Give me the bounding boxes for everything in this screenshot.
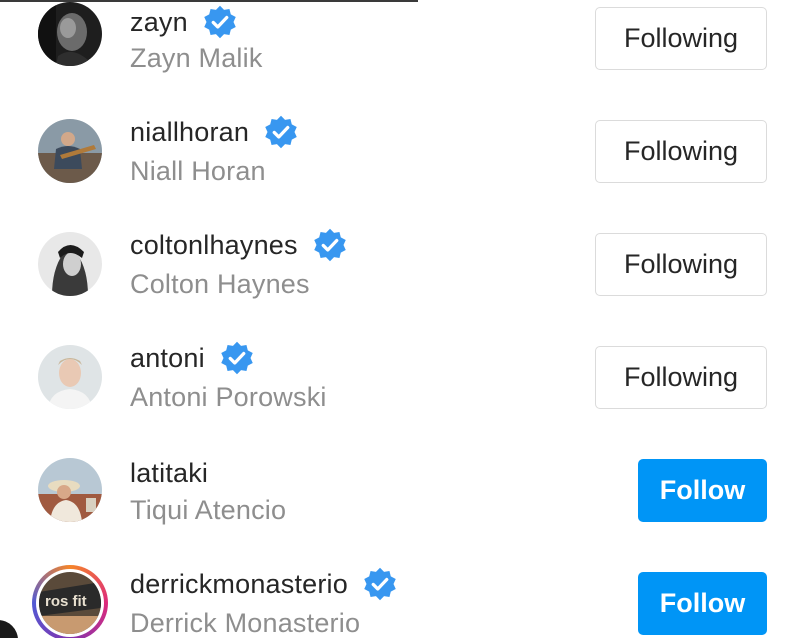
full-name: Tiqui Atencio	[130, 495, 287, 525]
full-name: Antoni Porowski	[130, 382, 327, 412]
avatar-story-ring[interactable]: ros fit	[32, 565, 108, 638]
full-name: Derrick Monasterio	[130, 608, 361, 638]
follow-button[interactable]: Follow	[638, 572, 767, 635]
following-button[interactable]: Following	[595, 7, 767, 70]
avatar: ros fit	[39, 572, 101, 634]
username-link[interactable]: latitaki	[130, 460, 208, 487]
username-link[interactable]: zayn	[130, 8, 188, 36]
avatar[interactable]	[38, 345, 102, 409]
list-item[interactable]: latitaki Tiqui Atencio Follow	[0, 434, 800, 547]
username-line: zayn	[130, 4, 238, 40]
full-name: Niall Horan	[130, 156, 266, 186]
username-link[interactable]: niallhoran	[130, 118, 249, 146]
username-link[interactable]: antoni	[130, 344, 205, 372]
list-item[interactable]: coltonlhaynes Colton Haynes Following	[0, 208, 800, 321]
following-button[interactable]: Following	[595, 120, 767, 183]
username-line: latitaki	[130, 460, 208, 487]
following-button[interactable]: Following	[595, 233, 767, 296]
username-line: derrickmonasterio	[130, 566, 398, 602]
verified-badge-icon	[221, 341, 253, 375]
username-line: antoni	[130, 340, 255, 376]
username-line: niallhoran	[130, 114, 299, 150]
verified-badge-icon	[313, 228, 346, 262]
avatar[interactable]	[38, 232, 102, 296]
username-link[interactable]: derrickmonasterio	[130, 570, 348, 598]
full-name: Zayn Malik	[130, 43, 263, 73]
following-button[interactable]: Following	[595, 346, 767, 409]
verified-badge-icon	[364, 567, 396, 601]
following-list-window: zayn Zayn Malik Following niallhoran Nia…	[0, 0, 800, 638]
avatar[interactable]	[38, 119, 102, 183]
username-link[interactable]: coltonlhaynes	[130, 231, 298, 259]
list-item[interactable]: antoni Antoni Porowski Following	[0, 321, 800, 434]
verified-badge-icon	[265, 115, 297, 149]
avatar[interactable]	[38, 458, 102, 522]
list-item[interactable]: ros fit derrickmonasterio Derrick Monast…	[0, 547, 800, 638]
list-item[interactable]: zayn Zayn Malik Following	[0, 0, 800, 95]
full-name: Colton Haynes	[130, 269, 310, 299]
list-item[interactable]: niallhoran Niall Horan Following	[0, 95, 800, 208]
verified-badge-icon	[204, 5, 236, 39]
avatar[interactable]	[38, 2, 102, 66]
svg-text:ros fit: ros fit	[45, 593, 87, 610]
username-line: coltonlhaynes	[130, 227, 348, 263]
follow-button[interactable]: Follow	[638, 459, 767, 522]
